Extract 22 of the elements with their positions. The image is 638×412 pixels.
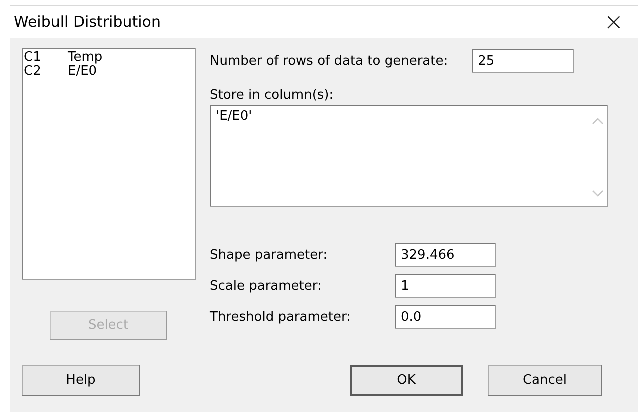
- close-button[interactable]: ×: [590, 10, 638, 34]
- window-title: Weibull Distribution: [14, 13, 161, 31]
- cancel-button[interactable]: Cancel: [488, 365, 602, 396]
- parameter-label: Threshold parameter:: [210, 310, 352, 324]
- column-name[interactable]: Temp: [68, 51, 103, 65]
- parameter-label: Scale parameter:: [210, 278, 323, 294]
- store-columns-field[interactable]: 'E/E0': [210, 105, 608, 207]
- parameter-input-field[interactable]: 0.0: [395, 305, 496, 329]
- help-button[interactable]: Help: [22, 365, 140, 396]
- rows-label: Number of rows of data to generate:: [210, 54, 448, 68]
- column-id[interactable]: C1: [24, 51, 68, 65]
- column-id[interactable]: C2: [24, 65, 68, 79]
- store-label: Store in column(s):: [210, 88, 335, 103]
- parameter-input-field[interactable]: 329.466: [395, 243, 496, 267]
- column-list[interactable]: C1 Temp C2 E/E0: [22, 48, 196, 280]
- column-name[interactable]: E/E0: [68, 65, 98, 79]
- ok-button[interactable]: OK: [350, 365, 463, 396]
- scroll-up-icon[interactable]: [592, 118, 604, 125]
- scroll-down-icon[interactable]: [592, 190, 604, 197]
- rows-input-field[interactable]: 25: [472, 49, 574, 73]
- parameter-label: Shape parameter:: [210, 248, 329, 262]
- parameter-input-field[interactable]: 1: [395, 274, 496, 298]
